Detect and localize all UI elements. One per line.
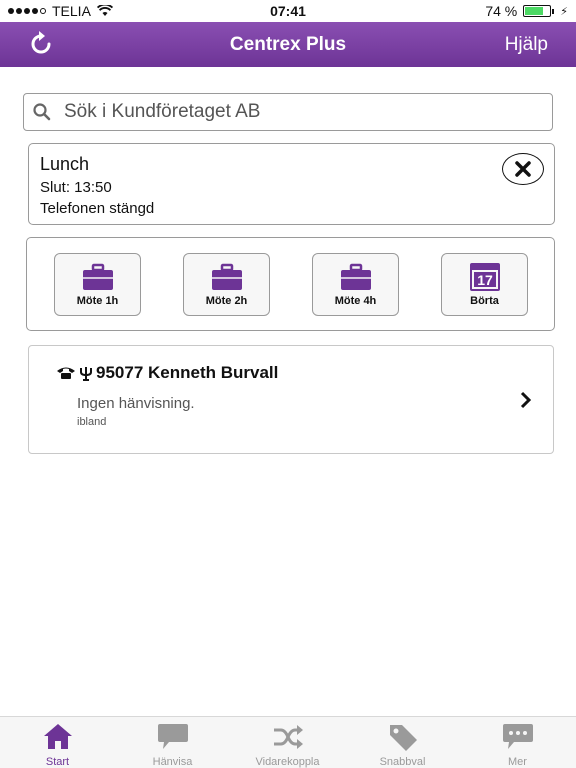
quick-away-button[interactable]: 17 Börta: [441, 253, 528, 316]
close-icon: [515, 161, 531, 177]
tab-label: Vidarekoppla: [255, 756, 320, 768]
contact-row[interactable]: 95077 Kenneth Burvall Ingen hänvisning. …: [28, 345, 554, 454]
tab-label: Hänvisa: [152, 756, 193, 768]
more-bubble-icon: [502, 724, 533, 749]
battery-percent: 74 %: [485, 3, 518, 19]
quick-label: Möte 2h: [205, 295, 248, 307]
search-bar[interactable]: [23, 93, 553, 131]
tab-vidarekoppla[interactable]: Vidarekoppla: [230, 717, 345, 768]
briefcase-icon: [340, 263, 371, 290]
quick-actions-panel: Möte 1h Möte 2h Möte 4h 17 Börta: [26, 237, 555, 331]
chevron-right-icon: [520, 391, 532, 409]
battery-icon: [523, 5, 552, 17]
quick-meeting-2h-button[interactable]: Möte 2h: [183, 253, 270, 316]
status-phone-state: Telefonen stängd: [40, 200, 155, 217]
current-status-card: Lunch Slut: 13:50 Telefonen stängd: [28, 143, 555, 225]
tab-start[interactable]: Start: [0, 717, 115, 768]
tab-bar: Start Hänvisa Vidarekoppla Snabbval Mer: [0, 716, 576, 768]
tab-mer[interactable]: Mer: [460, 717, 575, 768]
tab-label: Start: [45, 756, 70, 768]
psi-icon: [80, 367, 92, 381]
help-button[interactable]: Hjälp: [505, 34, 548, 56]
calendar-icon: 17: [469, 263, 500, 291]
quick-label: Möte 4h: [334, 295, 377, 307]
battery-group: 74 % ⚡: [485, 3, 568, 19]
quick-label: Börta: [470, 295, 499, 307]
home-icon: [43, 724, 72, 749]
tag-icon: [389, 725, 417, 751]
contact-name-line: 95077 Kenneth Burvall: [56, 363, 278, 383]
shuffle-icon: [273, 725, 303, 749]
charging-icon: ⚡: [560, 5, 568, 18]
search-icon: [33, 103, 51, 121]
briefcase-icon: [82, 263, 113, 290]
contact-note: ibland: [77, 416, 107, 428]
nav-bar: Centrex Plus Hjälp: [0, 22, 576, 67]
contact-name: 95077 Kenneth Burvall: [96, 363, 279, 382]
phone-icon: [57, 367, 75, 379]
clear-status-button[interactable]: [502, 153, 544, 185]
page-title: Centrex Plus: [229, 34, 347, 55]
quick-meeting-4h-button[interactable]: Möte 4h: [312, 253, 399, 316]
tab-hanvisa[interactable]: Hänvisa: [115, 717, 230, 768]
contact-redirect-status: Ingen hänvisning.: [77, 395, 195, 412]
status-end-time: Slut: 13:50: [40, 179, 112, 196]
status-title: Lunch: [40, 154, 90, 174]
search-input[interactable]: [64, 101, 534, 123]
tab-snabbval[interactable]: Snabbval: [345, 717, 460, 768]
quick-label: Möte 1h: [76, 295, 119, 307]
speech-bubble-icon: [157, 724, 188, 749]
tab-label: Snabbval: [379, 756, 426, 768]
briefcase-icon: [211, 263, 242, 290]
calendar-day: 17: [477, 272, 493, 288]
tab-label: Mer: [508, 756, 527, 768]
quick-meeting-1h-button[interactable]: Möte 1h: [54, 253, 141, 316]
status-bar: TELIA 07:41 74 % ⚡: [0, 0, 576, 22]
